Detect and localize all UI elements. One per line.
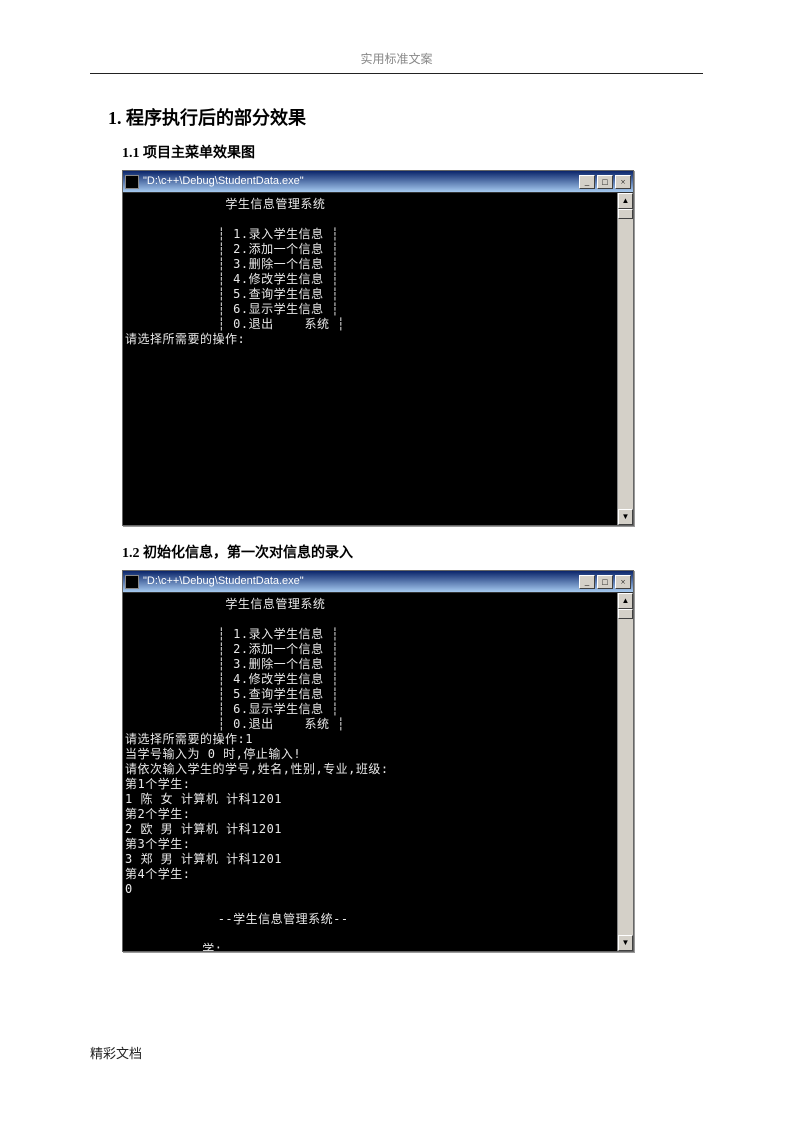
console-line: ┆ 4.修改学生信息 ┆ — [125, 672, 339, 686]
titlebar[interactable]: "D:\c++\Debug\StudentData.exe" _ □ × — [123, 571, 633, 593]
scroll-up-button[interactable]: ▲ — [618, 593, 633, 609]
console-line: --学生信息管理系统-- — [125, 912, 349, 926]
running-header: 实用标准文案 — [90, 50, 703, 67]
header-rule — [90, 73, 703, 74]
console-output: 学生信息管理系统 ┆ 1.录入学生信息 ┆ ┆ 2.添加一个信息 ┆ ┆ 3.删… — [123, 193, 617, 525]
window-title: "D:\c++\Debug\StudentData.exe" — [143, 176, 579, 187]
console-line: ┆ 6.显示学生信息 ┆ — [125, 702, 339, 716]
console-line: 学: — [125, 942, 222, 951]
console-line: ┆ 1.录入学生信息 ┆ — [125, 627, 339, 641]
console-line: ┆ 0.退出 系统 ┆ — [125, 317, 345, 331]
footer-text: 精彩文档 — [90, 1043, 142, 1062]
console-line: ┆ 2.添加一个信息 ┆ — [125, 642, 339, 656]
console-line: 第4个学生: — [125, 867, 190, 881]
console-line: ┆ 0.退出 系统 ┆ — [125, 717, 345, 731]
heading-1-1: 1.1 项目主菜单效果图 — [122, 142, 703, 162]
console-line: 请依次输入学生的学号,姓名,性别,专业,班级: — [125, 762, 389, 776]
heading-1-2: 1.2 初始化信息，第一次对信息的录入 — [122, 542, 703, 562]
console-line: ┆ 3.删除一个信息 ┆ — [125, 257, 339, 271]
console-line: 2 欧 男 计算机 计科1201 — [125, 822, 282, 836]
console-line: 请选择所需要的操作: — [125, 332, 245, 346]
console-line: ┆ 5.查询学生信息 ┆ — [125, 687, 339, 701]
window-title: "D:\c++\Debug\StudentData.exe" — [143, 576, 579, 587]
console-line: ┆ 1.录入学生信息 ┆ — [125, 227, 339, 241]
console-line: 第3个学生: — [125, 837, 190, 851]
scroll-thumb[interactable] — [618, 609, 633, 619]
close-button[interactable]: × — [615, 175, 631, 189]
console-line: 学生信息管理系统 — [125, 597, 325, 611]
console-line: ┆ 5.查询学生信息 ┆ — [125, 287, 339, 301]
console-window-2: "D:\c++\Debug\StudentData.exe" _ □ × 学生信… — [122, 570, 634, 952]
minimize-button[interactable]: _ — [579, 175, 595, 189]
titlebar[interactable]: "D:\c++\Debug\StudentData.exe" _ □ × — [123, 171, 633, 193]
scroll-thumb[interactable] — [618, 209, 633, 219]
console-line: 第1个学生: — [125, 777, 190, 791]
scroll-down-button[interactable]: ▼ — [618, 509, 633, 525]
console-line: 1 陈 女 计算机 计科1201 — [125, 792, 282, 806]
scrollbar-vertical[interactable]: ▲ ▼ — [617, 193, 633, 525]
console-line: 3 郑 男 计算机 计科1201 — [125, 852, 282, 866]
scrollbar-vertical[interactable]: ▲ ▼ — [617, 593, 633, 951]
console-line: 0 — [125, 882, 133, 896]
console-line: 学生信息管理系统 — [125, 197, 325, 211]
app-icon — [125, 175, 139, 189]
close-button[interactable]: × — [615, 575, 631, 589]
console-line: ┆ 2.添加一个信息 ┆ — [125, 242, 339, 256]
console-line: ┆ 6.显示学生信息 ┆ — [125, 302, 339, 316]
scroll-down-button[interactable]: ▼ — [618, 935, 633, 951]
console-line: ┆ 4.修改学生信息 ┆ — [125, 272, 339, 286]
console-line: 第2个学生: — [125, 807, 190, 821]
maximize-button[interactable]: □ — [597, 575, 613, 589]
scroll-up-button[interactable]: ▲ — [618, 193, 633, 209]
console-window-1: "D:\c++\Debug\StudentData.exe" _ □ × 学生信… — [122, 170, 634, 526]
console-line: 当学号输入为 0 时,停止输入! — [125, 747, 301, 761]
heading-1: 1. 程序执行后的部分效果 — [108, 104, 703, 130]
app-icon — [125, 575, 139, 589]
console-line: 请选择所需要的操作:1 — [125, 732, 253, 746]
console-output: 学生信息管理系统 ┆ 1.录入学生信息 ┆ ┆ 2.添加一个信息 ┆ ┆ 3.删… — [123, 593, 617, 951]
console-line: ┆ 3.删除一个信息 ┆ — [125, 657, 339, 671]
minimize-button[interactable]: _ — [579, 575, 595, 589]
maximize-button[interactable]: □ — [597, 175, 613, 189]
